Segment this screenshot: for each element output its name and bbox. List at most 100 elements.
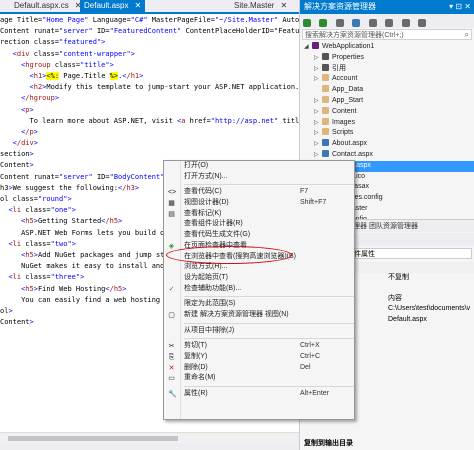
collapse-all-icon[interactable]: [385, 19, 394, 27]
property-value: 不复制: [388, 273, 409, 281]
expand-arrow-icon[interactable]: ▷: [314, 118, 322, 129]
code-line: <h1><%: Page.Title %>.</h1>: [29, 71, 144, 80]
menu-item[interactable]: 查看代码生成文件(G): [164, 230, 354, 241]
project-icon: [312, 42, 319, 49]
tree-item[interactable]: ▷ Scripts: [300, 128, 474, 139]
menu-item[interactable]: ✂ 剪切(T) Ctrl+X: [164, 341, 354, 352]
expand-arrow-icon[interactable]: ▷: [314, 139, 322, 150]
editor-footer: [0, 443, 299, 450]
menu-item-label: 剪切(T): [184, 342, 207, 350]
menu-item-icon: ◈: [168, 242, 175, 250]
menu-item[interactable]: ▦ 视图设计器(D) Shift+F7: [164, 198, 354, 209]
menu-item-label: 查看组件设计器(R): [184, 220, 243, 228]
tree-item[interactable]: ▷ 引用: [300, 63, 474, 75]
menu-item-label: 属性(R): [184, 390, 208, 398]
tree-item-label: App_Data: [332, 86, 364, 94]
menu-item-label: 删除(D): [184, 363, 208, 371]
page-icon: [322, 149, 329, 157]
menu-item-shortcut: Ctrl+X: [300, 342, 320, 350]
menu-item-label: 查看代码(C): [184, 188, 222, 196]
tree-item[interactable]: ▷ Images: [300, 117, 474, 129]
menu-separator: [184, 184, 354, 186]
code-line: <p>: [21, 105, 34, 114]
tree-item-label: Images: [332, 118, 355, 126]
menu-item-icon: <>: [168, 189, 177, 197]
expand-arrow-icon[interactable]: ▷: [314, 74, 322, 85]
expand-arrow-icon[interactable]: ▷: [314, 96, 322, 107]
expand-arrow-icon[interactable]: ▷: [314, 64, 322, 75]
editor-tab[interactable]: Default.aspx ✕: [80, 0, 146, 12]
code-line: <div class="content-wrapper">: [12, 49, 135, 58]
menu-item[interactable]: 打开方式(N)...: [164, 172, 354, 183]
expand-arrow-icon[interactable]: ▷: [314, 53, 322, 64]
menu-item-icon: ⎘: [168, 354, 175, 361]
back-icon[interactable]: [303, 19, 311, 27]
editor-tab-bar: Default.aspx.cs ✕ Default.aspx ✕ Site.Master…: [0, 0, 299, 14]
folder-icon: [322, 128, 329, 136]
menu-item[interactable]: ▤ 查看标记(K): [164, 209, 354, 220]
menu-item-icon: ✓: [168, 285, 175, 293]
menu-item[interactable]: ▢ 新建 解决方案资源管理器 视图(N): [164, 310, 354, 321]
title-buttons[interactable]: ▾ ⊡ ✕: [449, 0, 471, 14]
editor-tab[interactable]: Site.Master ✕: [230, 0, 291, 12]
solution-explorer-search[interactable]: 搜索解决方案资源管理器(Ctrl+;) ⌕: [302, 29, 472, 40]
menu-item[interactable]: <> 查看代码(C) F7: [164, 187, 354, 198]
scrollbar-thumb[interactable]: [8, 436, 178, 441]
annotation-circle: [166, 246, 292, 264]
folder-icon: [322, 74, 329, 82]
tree-item[interactable]: ▷ Properties: [300, 52, 474, 64]
menu-item[interactable]: ⎘ 复制(Y) Ctrl+C: [164, 352, 354, 363]
close-tab-icon[interactable]: ✕: [280, 1, 287, 10]
menu-item[interactable]: 设为起始页(T): [164, 273, 354, 284]
tree-item[interactable]: ▷ About.aspx: [300, 139, 474, 150]
tree-item[interactable]: App_Data: [300, 85, 474, 96]
menu-item-label: 打开方式(N)...: [184, 172, 228, 180]
expand-arrow-icon[interactable]: ◢: [304, 42, 312, 53]
tree-item-label: Content: [332, 107, 357, 115]
menu-item-icon: ✂: [168, 343, 175, 351]
properties-icon[interactable]: [418, 19, 427, 27]
editor-tab-label: Default.aspx: [84, 1, 129, 10]
editor-tab[interactable]: Default.aspx.cs ✕: [10, 0, 85, 12]
close-tab-icon[interactable]: ✕: [134, 1, 141, 10]
menu-item-label: 查看标记(K): [184, 209, 222, 217]
menu-separator: [184, 386, 354, 388]
menu-item[interactable]: 打开(O): [164, 161, 354, 172]
refresh-icon[interactable]: [368, 19, 377, 27]
tree-item[interactable]: ▷ App_Start: [300, 95, 474, 107]
menu-item-label: 设为起始页(T): [184, 273, 228, 281]
sync-icon[interactable]: [352, 19, 361, 27]
menu-item[interactable]: 限定为此范围(S): [164, 299, 354, 310]
editor-tab-label: Default.aspx.cs: [14, 1, 69, 10]
tree-item[interactable]: ◢ WebApplication1: [300, 42, 474, 53]
menu-item[interactable]: 查看组件设计器(R): [164, 219, 354, 230]
menu-item[interactable]: ✓ 检查辅助功能(B)...: [164, 284, 354, 295]
expand-arrow-icon[interactable]: ▷: [314, 128, 322, 139]
menu-item[interactable]: 从项目中排除(J): [164, 326, 354, 337]
menu-item[interactable]: 浏览方式(H)...: [164, 262, 354, 273]
menu-item-label: 新建 解决方案资源管理器 视图(N): [184, 310, 289, 318]
menu-item-shortcut: Ctrl+C: [300, 353, 321, 360]
tree-item[interactable]: ▷ Account: [300, 74, 474, 85]
forward-icon[interactable]: [319, 19, 328, 27]
menu-item[interactable]: ▭ 重命名(M): [164, 373, 354, 384]
tree-item-label: 引用: [332, 64, 346, 72]
code-line: <h2>Modify this template to jump-start y…: [29, 83, 300, 92]
search-icon[interactable]: ⌕: [465, 29, 469, 40]
menu-item-label: 打开(O): [184, 162, 209, 169]
menu-item-icon: ▢: [168, 311, 175, 319]
tree-item-label: Properties: [332, 53, 364, 61]
menu-item-icon: ▭: [168, 375, 175, 383]
menu-item[interactable]: 🔧 属性(R) Alt+Enter: [164, 389, 354, 400]
code-line: rection class="featured">: [0, 38, 106, 47]
home-icon[interactable]: [335, 19, 344, 27]
folder-icon: [322, 117, 329, 125]
tree-item[interactable]: ▷ Content: [300, 106, 474, 118]
code-line: section>: [0, 150, 34, 159]
menu-item-shortcut: Shift+F7: [300, 199, 327, 207]
tree-item-label: Account: [332, 75, 358, 83]
search-placeholder: 搜索解决方案资源管理器(Ctrl+;): [305, 32, 404, 39]
menu-item[interactable]: ✕ 删除(D) Del: [164, 363, 354, 374]
expand-arrow-icon[interactable]: ▷: [314, 107, 322, 118]
show-all-files-icon[interactable]: [401, 19, 410, 27]
